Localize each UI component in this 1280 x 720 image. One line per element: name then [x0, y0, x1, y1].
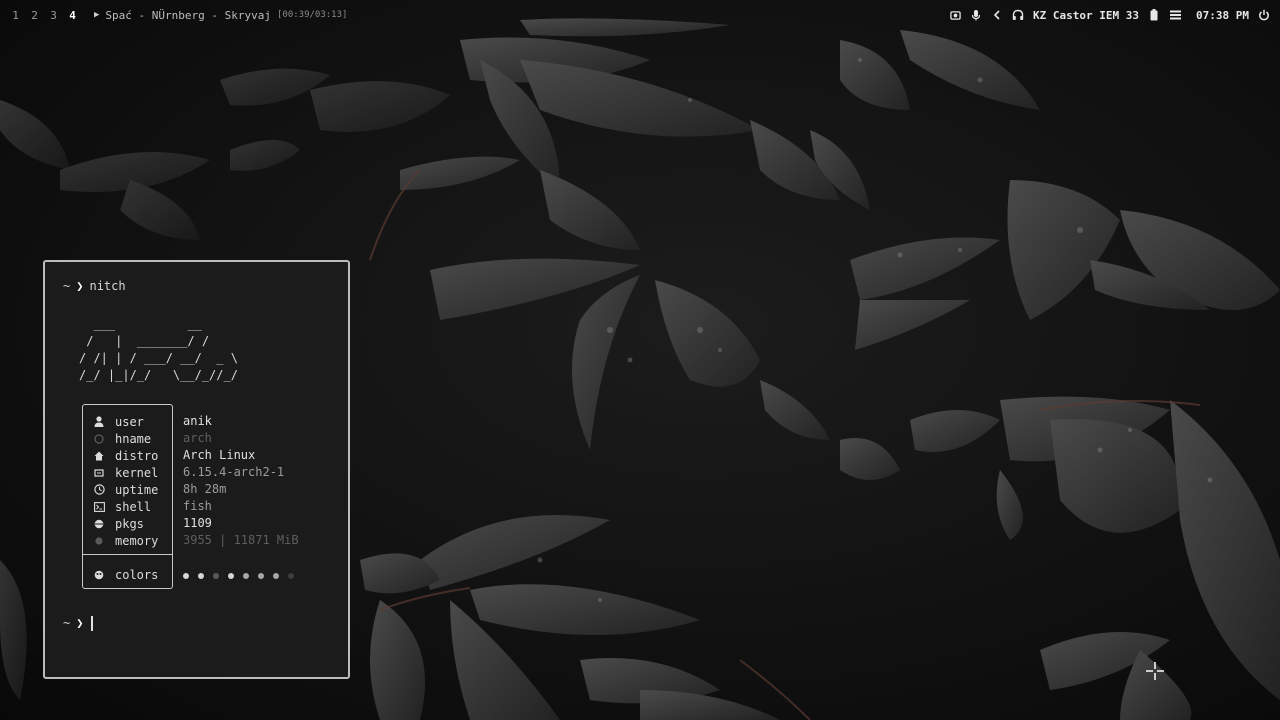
info-row-memory: memory [93, 532, 177, 549]
top-bar: 1 2 3 4 ▶ Spać - NÜrnberg - Skryvaj [00:… [0, 0, 1280, 30]
media-player[interactable]: ▶ Spać - NÜrnberg - Skryvaj [00:39/03:13… [94, 9, 347, 22]
info-value-distro: Arch Linux [183, 448, 256, 462]
info-row-pkgs: pkgs [93, 515, 177, 532]
battery-icon[interactable] [1148, 9, 1160, 21]
info-row-hname: hname [93, 430, 177, 447]
info-label: hname [115, 431, 152, 446]
info-value-hname: arch [183, 431, 212, 445]
headphones-icon[interactable] [1012, 9, 1024, 21]
chevron-left-icon[interactable] [991, 9, 1003, 21]
color-palette [183, 567, 294, 584]
info-label: shell [115, 499, 152, 514]
shell-icon [93, 501, 105, 513]
info-label: memory [115, 533, 159, 548]
info-label: user [115, 414, 144, 429]
info-row-uptime: uptime [93, 481, 177, 498]
info-value-memory: 3955 | 11871 MiB [183, 533, 299, 547]
workspace-4[interactable]: 4 [63, 9, 82, 22]
screen-record-icon[interactable] [949, 9, 961, 21]
info-row-shell: shell [93, 498, 177, 515]
distro-icon [93, 450, 105, 462]
info-label: pkgs [115, 516, 144, 531]
prompt-arrow-icon: ❯ [76, 279, 84, 293]
host-icon [93, 433, 105, 445]
info-value-kernel: 6.15.4-arch2-1 [183, 465, 285, 479]
user-icon [93, 416, 105, 428]
info-value-pkgs: 1109 [183, 516, 212, 530]
color-dot [228, 572, 234, 579]
info-row-distro: distro [93, 447, 177, 464]
info-value-shell: fish [183, 499, 212, 513]
audio-device-name[interactable]: KZ Castor IEM 33 [1033, 9, 1139, 22]
color-dot [288, 572, 294, 579]
info-label: distro [115, 448, 159, 463]
microphone-icon[interactable] [970, 9, 982, 21]
media-time: [00:39/03:13] [277, 10, 348, 20]
info-label: colors [115, 567, 159, 582]
text-cursor [91, 616, 93, 631]
memory-icon [93, 535, 105, 547]
info-row-user: user [93, 413, 177, 430]
prompt-arrow-icon: ❯ [76, 616, 84, 630]
terminal-window[interactable]: ~ ❯ nitch ___ __ / | _______/ / / /| | / _… [43, 260, 350, 679]
workspace-1[interactable]: 1 [6, 9, 25, 22]
palette-icon [93, 569, 105, 581]
color-dot [183, 572, 189, 579]
info-divider [83, 554, 172, 555]
play-icon[interactable]: ▶ [94, 10, 99, 20]
color-dot [243, 572, 249, 579]
package-icon [93, 518, 105, 530]
system-tray: KZ Castor IEM 33 07:38 PM [949, 0, 1270, 30]
workspace-3[interactable]: 3 [44, 9, 63, 22]
kernel-icon [93, 467, 105, 479]
info-label: kernel [115, 465, 159, 480]
power-icon[interactable] [1258, 9, 1270, 21]
active-prompt[interactable]: ~ ❯ [63, 616, 93, 631]
info-row-kernel: kernel [93, 464, 177, 481]
workspace-switcher: 1 2 3 4 [6, 9, 82, 22]
prompt-path: ~ [63, 616, 71, 630]
workspace-2[interactable]: 2 [25, 9, 44, 22]
clock-icon [93, 484, 105, 496]
info-value-user: anik [183, 414, 212, 428]
command-text: nitch [89, 279, 126, 293]
info-row-colors: colors [93, 566, 177, 583]
color-dot [213, 572, 219, 579]
color-dot [258, 572, 264, 579]
clock[interactable]: 07:38 PM [1196, 9, 1249, 22]
info-label: uptime [115, 482, 159, 497]
prompt-path: ~ [63, 279, 71, 293]
crosshair-cursor-icon [1146, 662, 1164, 680]
menu-icon[interactable] [1169, 9, 1181, 21]
color-dot [198, 572, 204, 579]
command-line: ~ ❯ nitch [63, 279, 126, 293]
color-dot [273, 572, 279, 579]
ascii-logo: ___ __ / | _______/ / / /| | / ___/ __/ … [79, 317, 238, 382]
media-title: Spać - NÜrnberg - Skryvaj [105, 8, 271, 22]
info-value-uptime: 8h 28m [183, 482, 227, 496]
